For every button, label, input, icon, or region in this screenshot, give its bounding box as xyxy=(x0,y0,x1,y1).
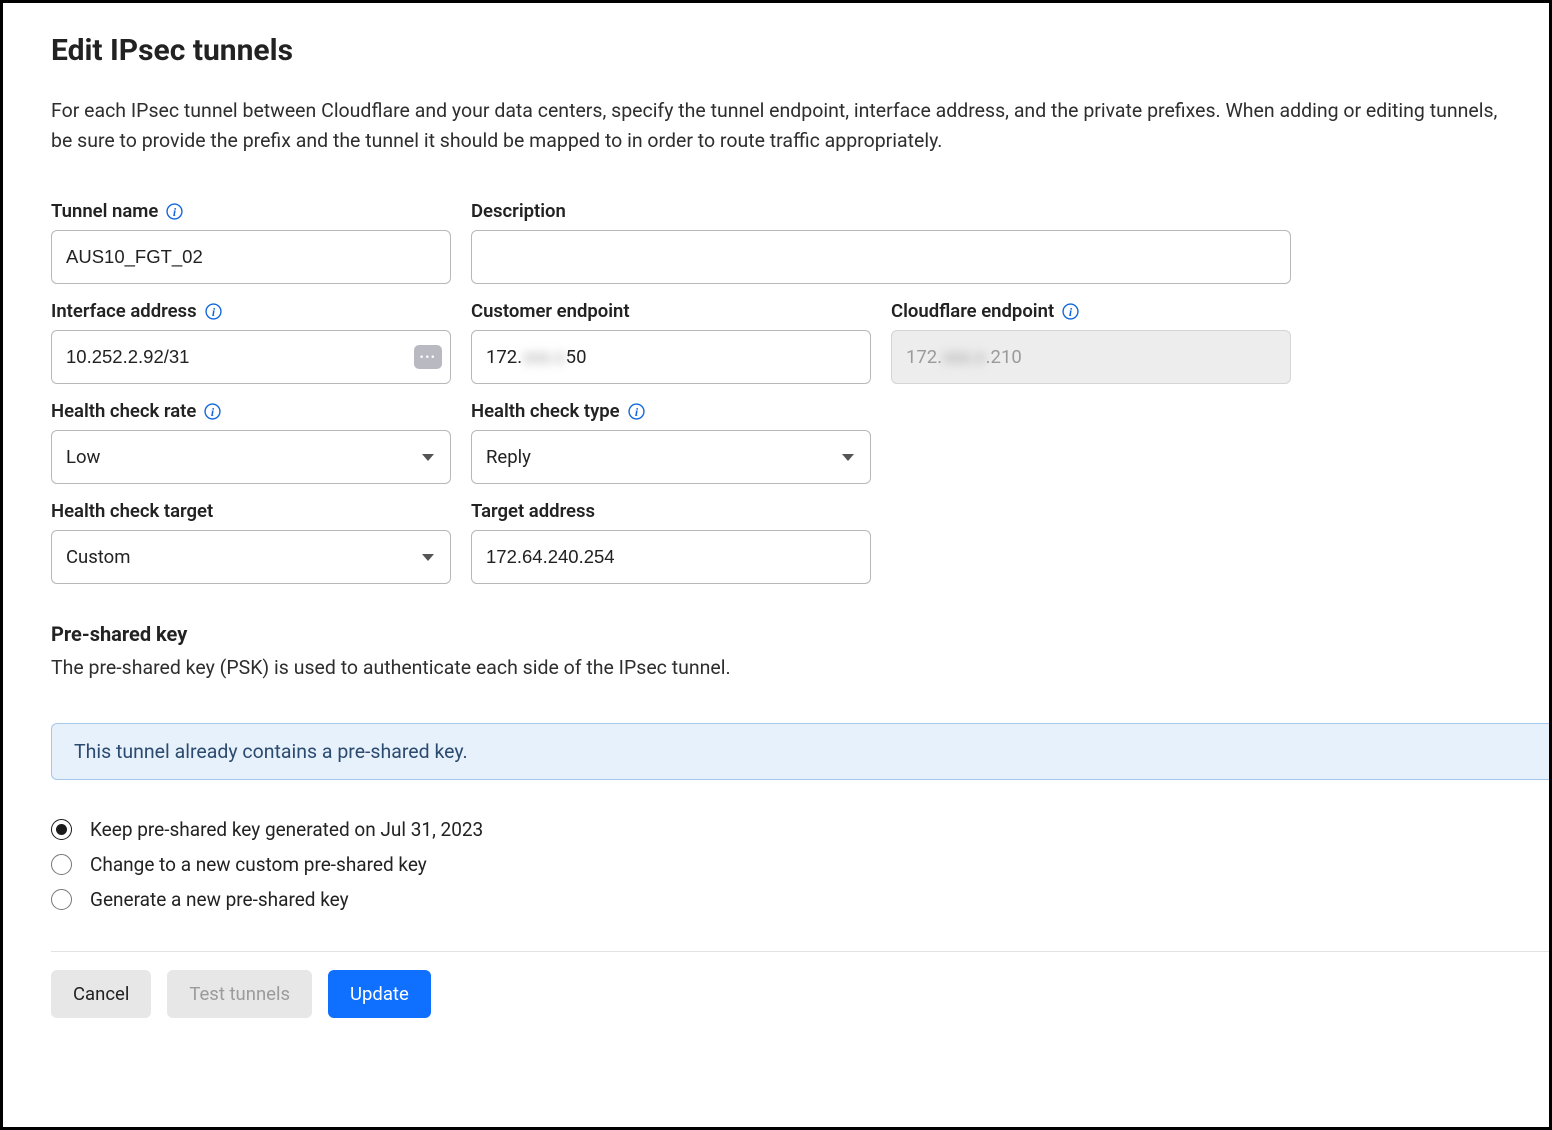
health-check-rate-label: Health check rate i xyxy=(51,400,451,422)
description-label: Description xyxy=(471,200,1291,222)
divider xyxy=(51,951,1549,952)
psk-option-keep[interactable]: Keep pre-shared key generated on Jul 31,… xyxy=(51,818,1501,841)
cloudflare-endpoint-input: 172. xxx.x .210 xyxy=(891,330,1291,384)
svg-text:i: i xyxy=(635,406,639,419)
page-title: Edit IPsec tunnels xyxy=(51,33,1501,68)
interface-address-input[interactable] xyxy=(51,330,451,384)
health-check-target-select[interactable]: Custom xyxy=(51,530,451,584)
cancel-button[interactable]: Cancel xyxy=(51,970,151,1018)
svg-text:i: i xyxy=(211,306,215,319)
health-check-rate-select[interactable]: Low xyxy=(51,430,451,484)
svg-text:i: i xyxy=(173,206,177,219)
health-check-type-label: Health check type i xyxy=(471,400,871,422)
customer-endpoint-input[interactable]: 172. xxx.x 50 xyxy=(471,330,871,384)
svg-text:i: i xyxy=(211,406,215,419)
chevron-down-icon xyxy=(422,554,434,561)
radio-icon xyxy=(51,854,72,875)
psk-option-generate[interactable]: Generate a new pre-shared key xyxy=(51,888,1501,911)
info-icon[interactable]: i xyxy=(628,403,645,420)
target-address-input[interactable] xyxy=(471,530,871,584)
radio-icon xyxy=(51,889,72,910)
info-icon[interactable]: i xyxy=(166,203,183,220)
psk-section-text: The pre-shared key (PSK) is used to auth… xyxy=(51,656,1501,679)
info-icon[interactable]: i xyxy=(205,303,222,320)
test-tunnels-button[interactable]: Test tunnels xyxy=(167,970,312,1018)
radio-label: Generate a new pre-shared key xyxy=(90,888,349,911)
target-address-label: Target address xyxy=(471,500,871,522)
psk-radio-group: Keep pre-shared key generated on Jul 31,… xyxy=(51,818,1501,911)
page-description: For each IPsec tunnel between Cloudflare… xyxy=(51,96,1501,156)
psk-section-title: Pre-shared key xyxy=(51,622,1501,646)
cloudflare-endpoint-label: Cloudflare endpoint i xyxy=(891,300,1291,322)
info-icon[interactable]: i xyxy=(204,403,221,420)
description-input[interactable] xyxy=(471,230,1291,284)
interface-address-label: Interface address i xyxy=(51,300,451,322)
radio-icon xyxy=(51,819,72,840)
chevron-down-icon xyxy=(422,454,434,461)
psk-option-custom[interactable]: Change to a new custom pre-shared key xyxy=(51,853,1501,876)
psk-existing-banner: This tunnel already contains a pre-share… xyxy=(51,723,1549,780)
health-check-type-select[interactable]: Reply xyxy=(471,430,871,484)
tunnel-name-label: Tunnel name i xyxy=(51,200,451,222)
info-icon[interactable]: i xyxy=(1062,303,1079,320)
radio-label: Change to a new custom pre-shared key xyxy=(90,853,427,876)
radio-label: Keep pre-shared key generated on Jul 31,… xyxy=(90,818,483,841)
autofill-icon[interactable]: ••• xyxy=(414,345,442,369)
customer-endpoint-label: Customer endpoint xyxy=(471,300,871,322)
health-check-target-label: Health check target xyxy=(51,500,451,522)
tunnel-name-input[interactable] xyxy=(51,230,451,284)
update-button[interactable]: Update xyxy=(328,970,431,1018)
svg-text:i: i xyxy=(1069,306,1073,319)
chevron-down-icon xyxy=(842,454,854,461)
